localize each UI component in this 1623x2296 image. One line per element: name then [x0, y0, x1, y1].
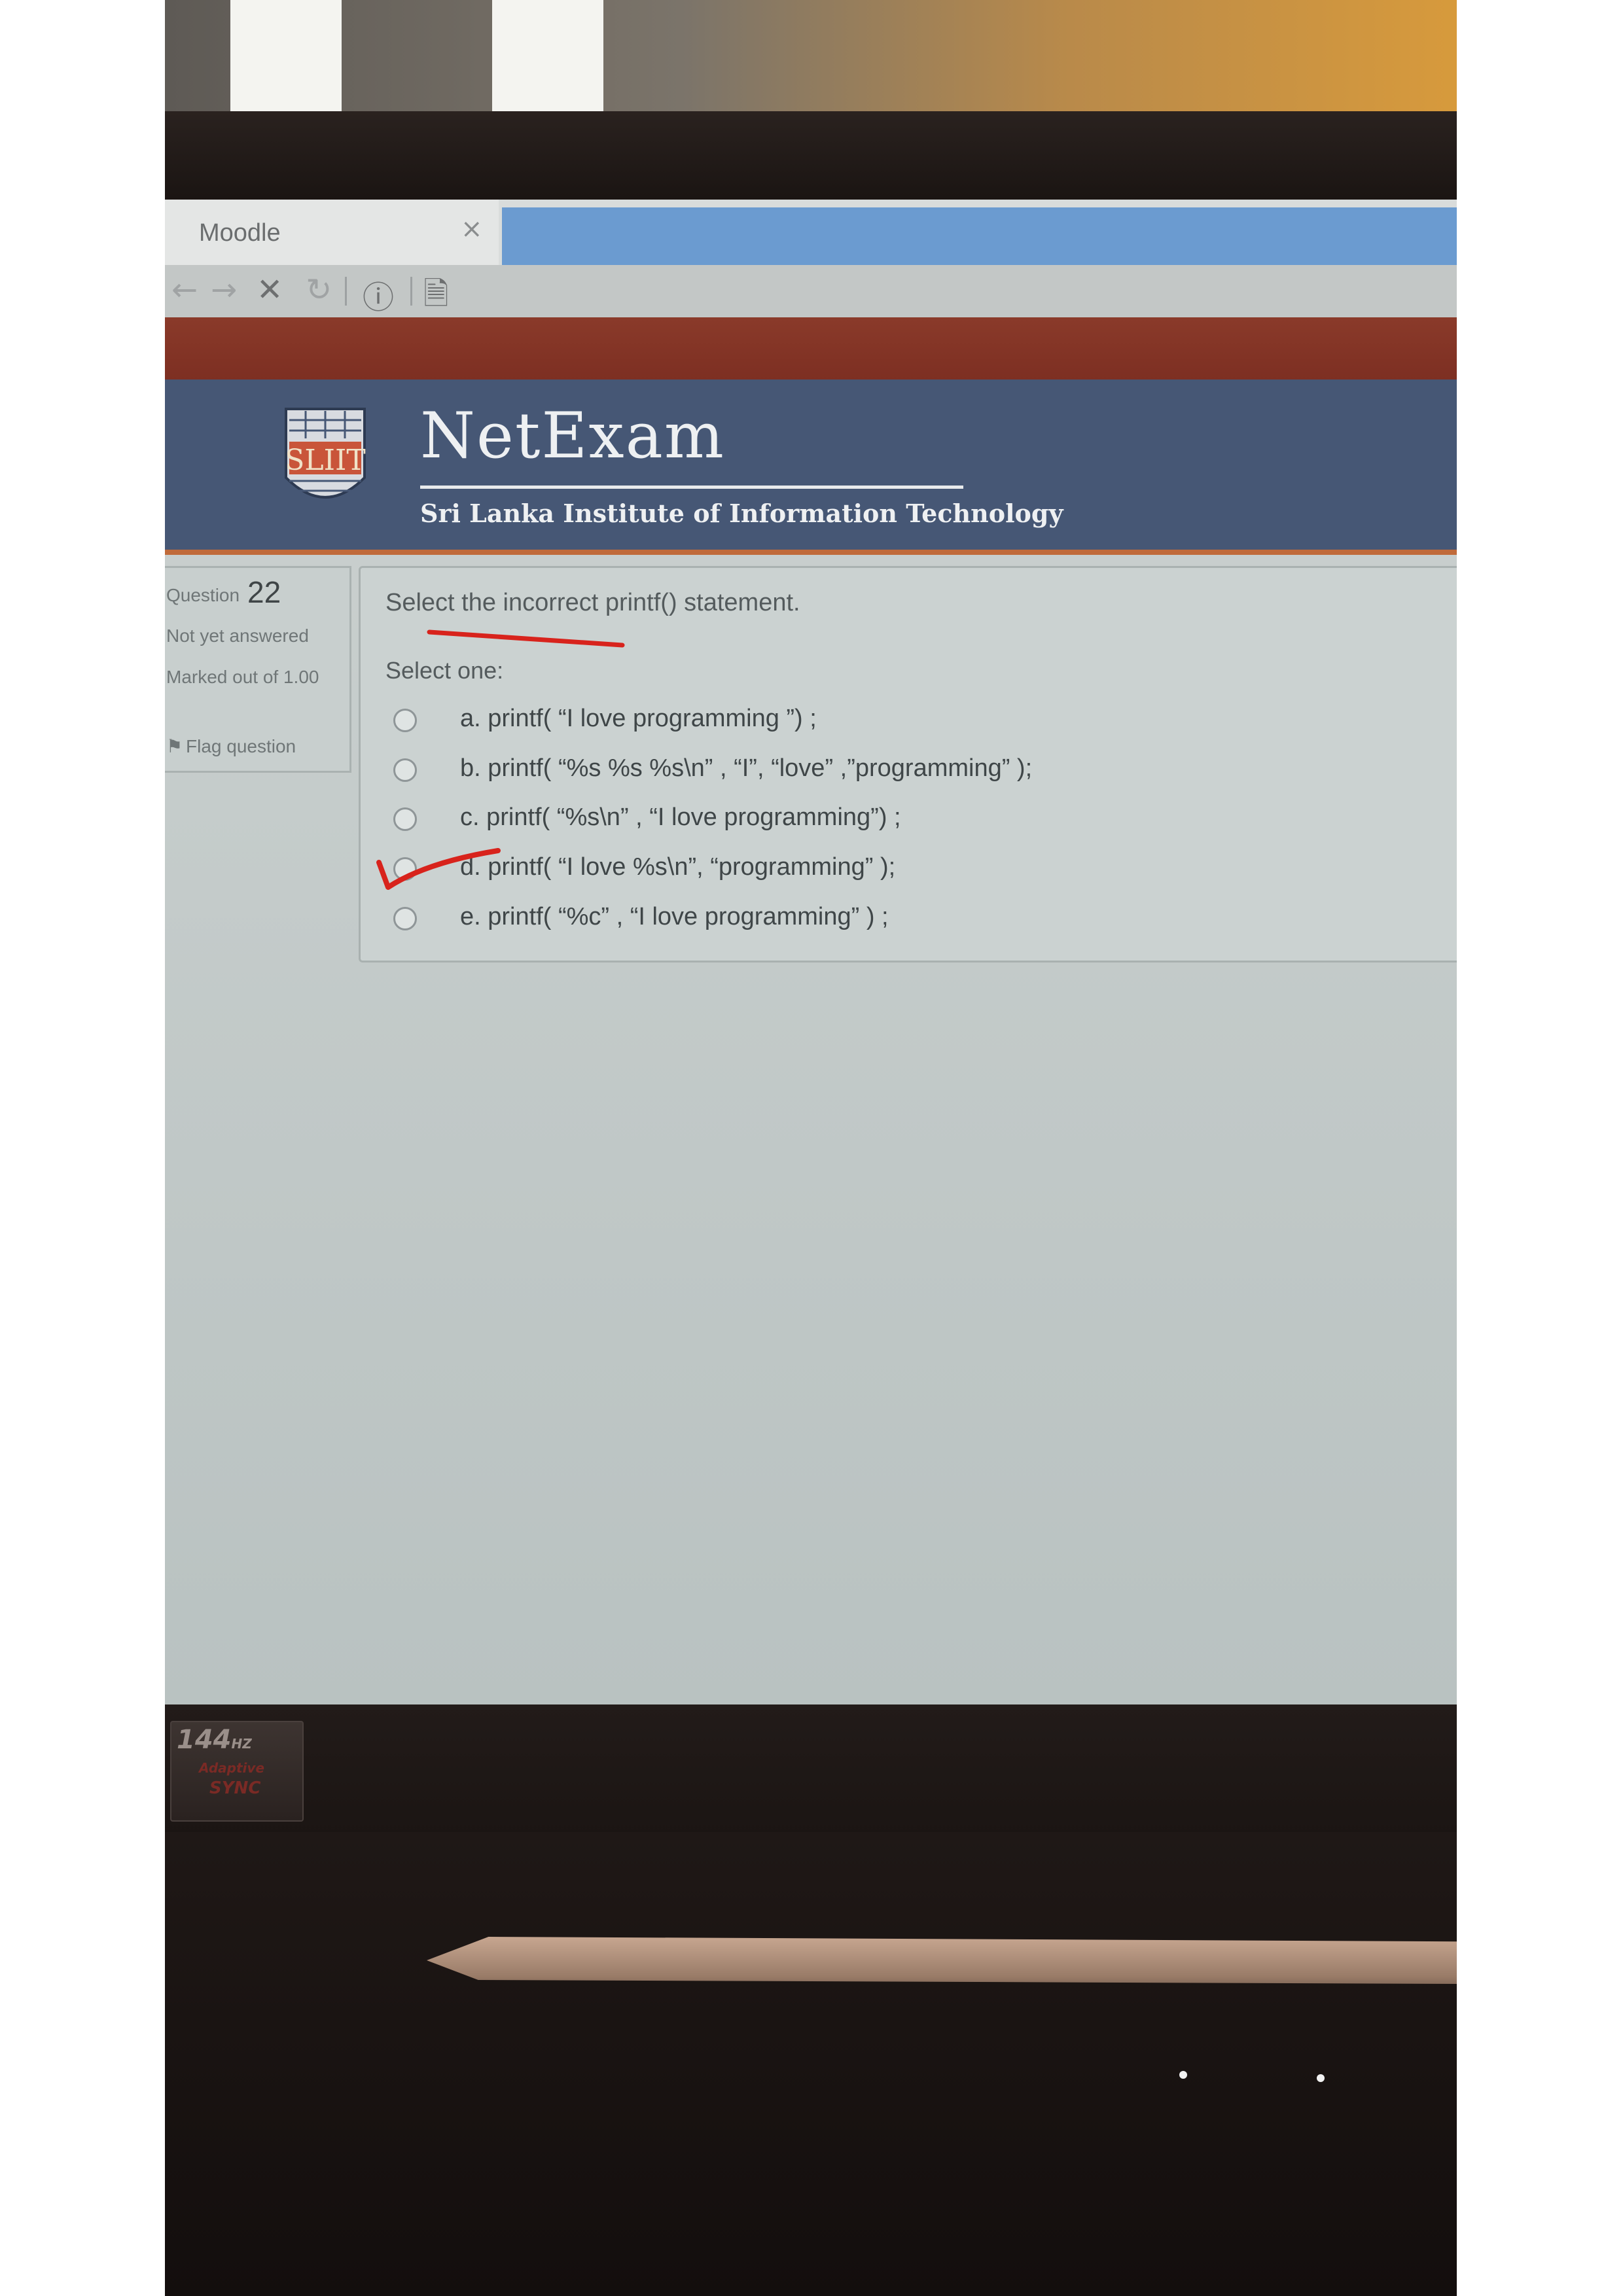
- monitor-top-bezel: [165, 111, 1457, 203]
- sticker-rate-value: 144: [177, 1725, 232, 1755]
- answer-option-a[interactable]: a. printf( “I love programming ”) ;: [387, 702, 1434, 739]
- answer-option-b[interactable]: b. printf( “%s %s %s\n” , “I”, “love” ,”…: [387, 752, 1434, 788]
- answer-option-label: b. printf( “%s %s %s\n” , “I”, “love” ,”…: [460, 754, 1033, 782]
- answer-option-label: c. printf( “%s\n” , “I love programming”…: [460, 804, 901, 831]
- new-tab-area: [502, 207, 1457, 265]
- laptop-keyboard-deck: [165, 1832, 1457, 2296]
- window-pane: [492, 0, 603, 128]
- reload-icon[interactable]: ↻: [306, 272, 332, 308]
- radio-button[interactable]: [393, 709, 417, 732]
- status-led: [1317, 2074, 1325, 2082]
- answer-option-c[interactable]: c. printf( “%s\n” , “I love programming”…: [387, 801, 1434, 838]
- site-subtitle: Sri Lanka Institute of Information Techn…: [420, 499, 1063, 528]
- browser-tab-bar: Moodle ×: [165, 200, 1457, 265]
- radio-button[interactable]: [393, 907, 417, 930]
- question-marks: Marked out of 1.00: [166, 667, 319, 687]
- answer-option-label: a. printf( “I love programming ”) ;: [460, 705, 817, 732]
- radio-button[interactable]: [393, 758, 417, 782]
- tab-title: Moodle: [199, 219, 281, 247]
- title-divider: [420, 486, 963, 489]
- site-header: SLIIT NetExam Sri Lanka Institute of Inf…: [165, 380, 1457, 555]
- question-number: 22: [247, 575, 281, 609]
- refresh-rate-sticker: 144HZ Adaptive SYNC: [170, 1721, 304, 1822]
- answer-option-d[interactable]: d. printf( “I love %s\n”, “programming” …: [387, 851, 1434, 887]
- browser-tab[interactable]: Moodle ×: [165, 200, 499, 265]
- forward-icon[interactable]: →: [211, 272, 237, 308]
- browser-toolbar: ← → ✕ ↻ ⓘ 🗎: [165, 265, 1457, 317]
- question-label: Question: [166, 585, 240, 605]
- select-one-prompt: Select one:: [385, 657, 504, 684]
- flag-icon: ⚑: [166, 736, 183, 756]
- back-icon[interactable]: ←: [171, 272, 198, 308]
- question-info-panel: Question 22 Not yet answered Marked out …: [165, 566, 351, 773]
- sliit-logo: SLIIT: [285, 408, 366, 499]
- answer-option-label: e. printf( “%c” , “I love programming” )…: [460, 903, 889, 930]
- sticker-sync: SYNC: [209, 1778, 261, 1798]
- site-top-band: [165, 317, 1457, 380]
- info-icon[interactable]: ⓘ: [363, 272, 394, 317]
- page-icon[interactable]: 🗎: [423, 272, 449, 325]
- monitor-screen: Moodle × ← → ✕ ↻ ⓘ 🗎 SLIIT NetExam Sri L…: [165, 200, 1457, 1704]
- status-led: [1179, 2071, 1187, 2079]
- flag-question-label: Flag question: [186, 736, 296, 756]
- red-underline-mark: [427, 629, 625, 648]
- stop-icon[interactable]: ✕: [257, 272, 283, 308]
- tab-close-icon[interactable]: ×: [461, 214, 483, 244]
- logo-text: SLIIT: [285, 444, 365, 477]
- sticker-adaptive: Adaptive: [199, 1760, 265, 1776]
- radio-button[interactable]: [393, 857, 417, 881]
- question-content: Select the incorrect printf() statement.…: [359, 566, 1457, 963]
- monitor-bottom-bezel: [165, 1704, 1457, 1835]
- site-title: NetExam: [420, 399, 725, 472]
- sticker-refresh-rate: 144HZ: [177, 1725, 252, 1755]
- radio-button[interactable]: [393, 807, 417, 831]
- answer-option-e[interactable]: e. printf( “%c” , “I love programming” )…: [387, 900, 1434, 937]
- window-pane: [230, 0, 342, 128]
- sticker-rate-unit: HZ: [231, 1736, 252, 1752]
- question-state: Not yet answered: [166, 626, 309, 646]
- question-text: Select the incorrect printf() statement.: [385, 589, 800, 616]
- answer-option-label: d. printf( “I love %s\n”, “programming” …: [460, 853, 896, 881]
- toolbar-divider: [410, 277, 412, 306]
- photo-of-monitor: Moodle × ← → ✕ ↻ ⓘ 🗎 SLIIT NetExam Sri L…: [165, 0, 1457, 2296]
- flag-question-link[interactable]: ⚑ Flag question: [166, 735, 296, 757]
- toolbar-divider: [345, 277, 347, 306]
